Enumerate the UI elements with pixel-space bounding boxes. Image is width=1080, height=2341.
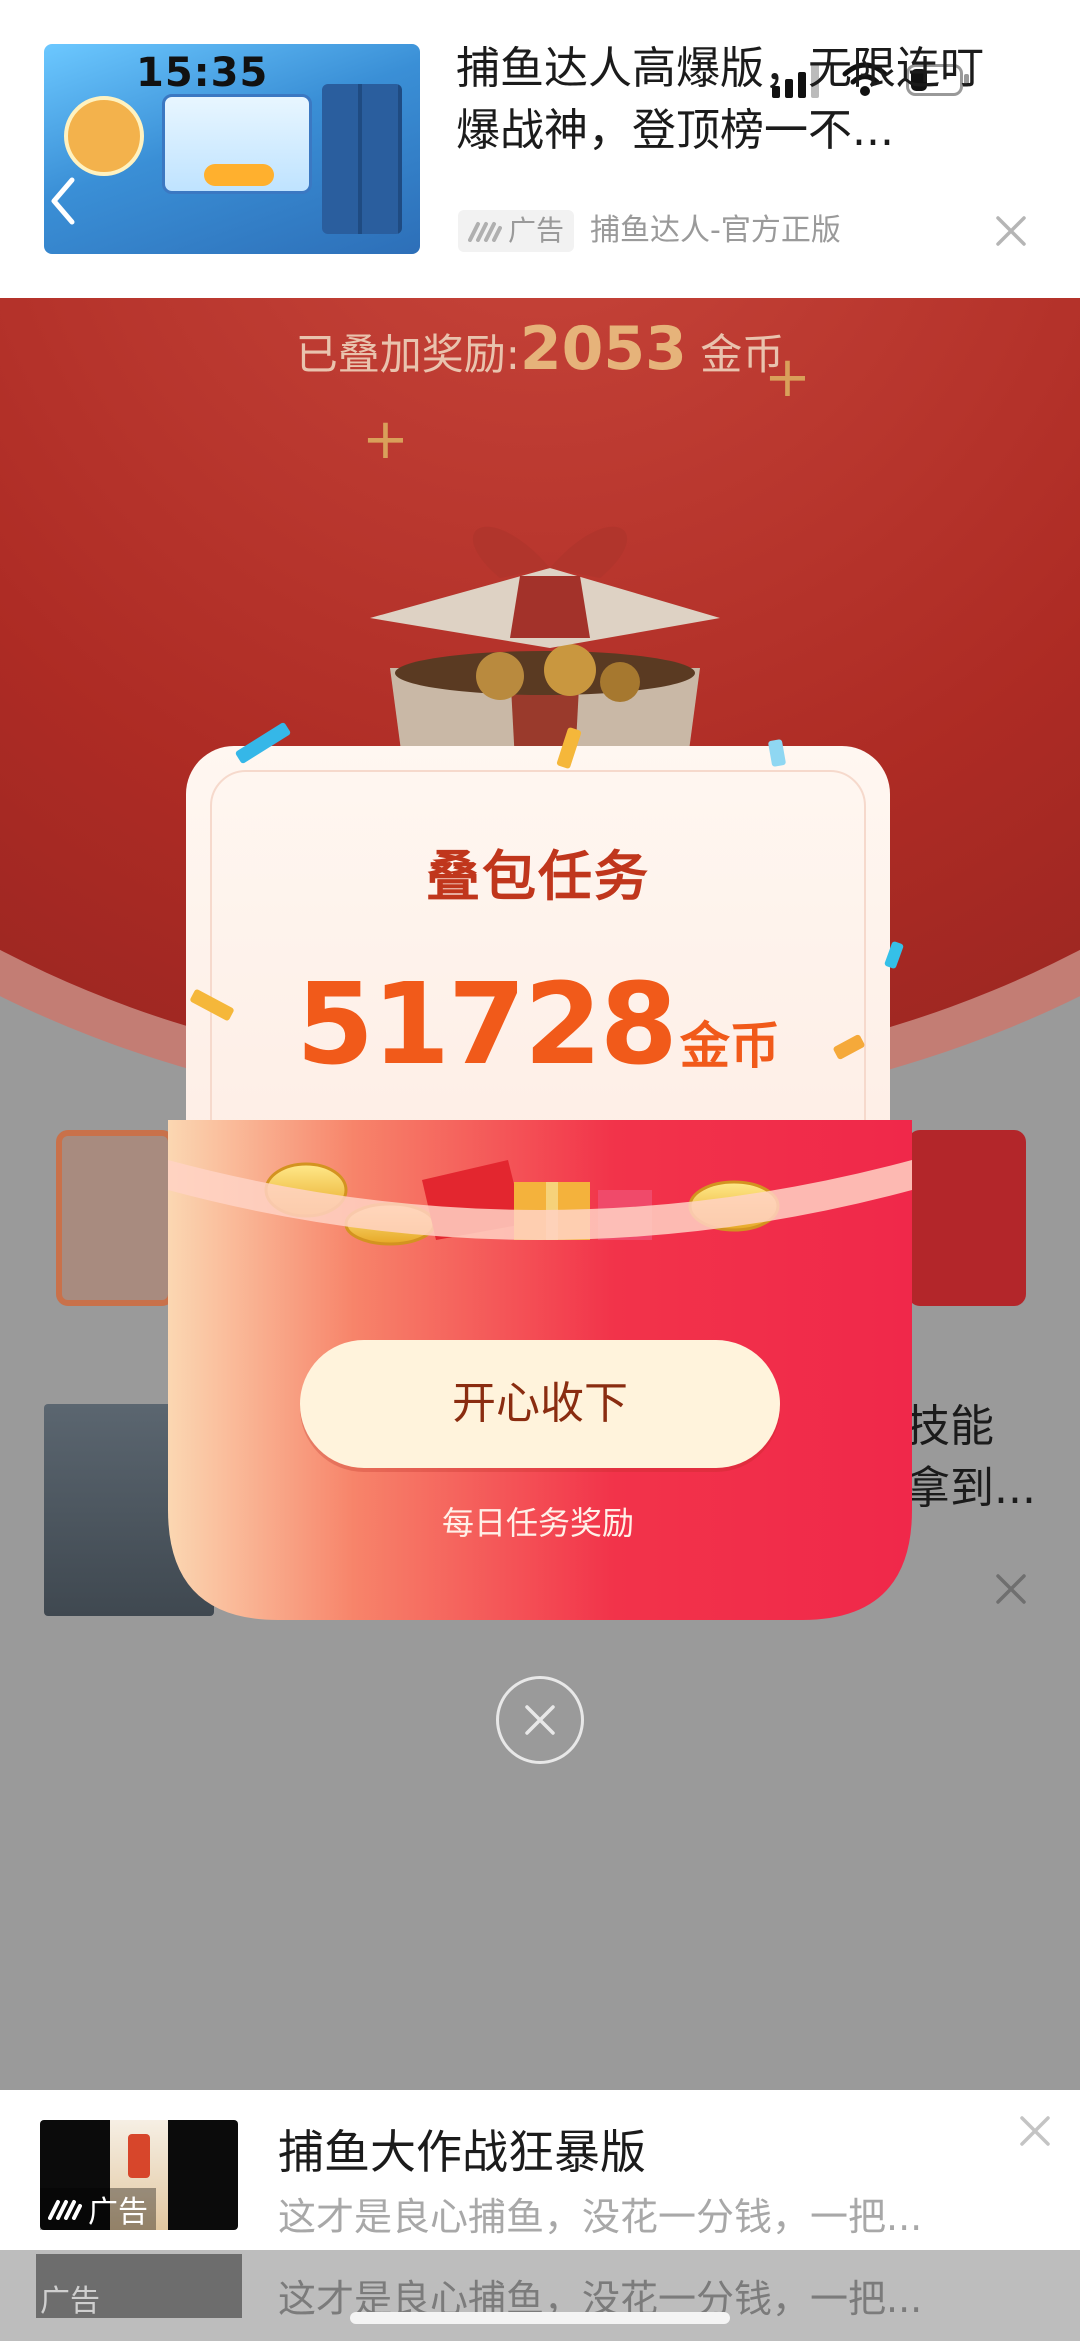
reward-prefix: 已叠加奖励: (295, 330, 520, 379)
ad-logo-icon (48, 2200, 82, 2220)
sparkle-icon: + (764, 345, 811, 410)
coin-unit: 金币 (679, 1017, 780, 1075)
game-character-image (64, 96, 144, 176)
collect-button[interactable]: 开心收下 (300, 1340, 780, 1468)
game-inventory-image (322, 84, 402, 234)
top-ad-title[interactable]: 捕鱼达人高爆版，无限连叮爆战神，登顶榜一不... (456, 38, 1016, 162)
bottom-ad-title[interactable]: 捕鱼大作战狂暴版 (278, 2116, 646, 2182)
ad-source[interactable]: 捕鱼达人-官方正版 (590, 210, 841, 252)
close-icon (996, 1574, 1026, 1604)
back-chevron-icon[interactable] (48, 176, 78, 226)
status-time: 15:35 (136, 50, 269, 96)
game-button-image (204, 164, 274, 186)
modal-subtitle: 每日任务奖励 (441, 1504, 634, 1542)
task-tile-right (908, 1130, 1026, 1306)
close-icon[interactable] (1018, 2114, 1052, 2148)
close-icon[interactable] (994, 214, 1028, 248)
ad-badge: 广告 (458, 210, 575, 252)
reward-amount: 2053 (519, 314, 687, 384)
second-ad-title-fragment: 技能 拿到... (906, 1396, 1036, 1520)
second-ad-title-line1: 技能 (906, 1401, 994, 1452)
top-ad-banner[interactable]: 15:35 捕鱼达人高爆版，无限连叮爆战神，登顶榜一不... 广告 捕鱼达人-官… (0, 0, 1080, 298)
second-ad-title-line2: 拿到... (906, 1463, 1036, 1514)
bottom-ad-description[interactable]: 这才是良心捕鱼，没花一分钱，一把... (278, 2186, 978, 2241)
ad-logo-icon (468, 222, 502, 242)
coin-amount: 51728 (296, 960, 678, 1090)
bottom-ad-badge: 广告 (40, 2188, 156, 2230)
sparkle-icon: + (362, 407, 409, 472)
modal-close-button[interactable] (496, 1676, 584, 1764)
modal-amount: 51728金币 (186, 960, 890, 1090)
modal-title: 叠包任务 (426, 845, 650, 908)
close-icon[interactable] (496, 1676, 584, 1764)
ad-badge-label: 广告 (508, 214, 565, 247)
bottom-ad-badge-label: 广告 (88, 2195, 148, 2230)
accumulated-reward: 已叠加奖励:2053 金币 (0, 314, 1080, 384)
home-indicator[interactable] (350, 2312, 730, 2324)
peek-badge: 广告 (40, 2284, 100, 2319)
task-tile-left (56, 1130, 174, 1306)
